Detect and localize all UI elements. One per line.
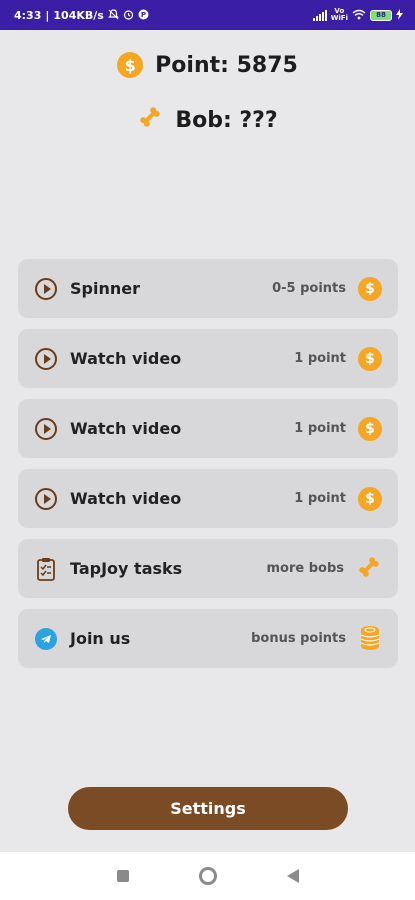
task-watch-video[interactable]: Watch video 1 point $ [18,469,398,528]
settings-button-label: Settings [170,799,246,818]
task-watch-video[interactable]: Watch video 1 point $ [18,399,398,458]
navigation-bar [0,852,415,900]
points-label: Point: 5875 [155,52,298,78]
task-label: Spinner [70,279,140,298]
coin-icon: $ [358,416,382,441]
clipboard-icon [34,557,58,581]
coin-icon: $ [117,52,144,78]
task-label: Watch video [70,349,182,368]
task-reward: 1 point [294,491,346,506]
play-circle-icon [34,417,58,441]
bone-icon [137,104,163,136]
bob-header: Bob: ??? [0,104,415,136]
svg-text:P: P [141,11,146,19]
task-reward: 0-5 points [272,281,346,296]
task-tapjoy[interactable]: TapJoy tasks more bobs [18,539,398,598]
coin-icon: $ [358,276,382,301]
signal-icon [312,9,327,21]
points-header: $ Point: 5875 [0,52,415,78]
status-bar-right: Vo WiFi 88 [312,8,403,22]
recents-icon[interactable] [116,870,129,882]
vowifi-bottom-text: WiFi [330,14,348,22]
home-icon[interactable] [198,867,217,885]
task-reward: more bobs [266,561,344,576]
task-join-us[interactable]: Join us bonus points [18,609,398,668]
telegram-icon [34,627,58,651]
task-label: Watch video [70,489,182,508]
coin-stack-icon [358,624,382,654]
vowifi-indicator: Vo WiFi [331,8,348,22]
play-circle-icon [34,347,58,371]
status-bar-left: 4:33 | 104KB/s P [14,9,149,22]
settings-button[interactable]: Settings [68,787,348,830]
status-bar: 4:33 | 104KB/s P Vo WiFi 88 [0,0,415,30]
task-watch-video[interactable]: Watch video 1 point $ [18,329,398,388]
battery-icon: 88 [370,9,392,21]
task-label: Join us [70,629,131,648]
task-label: Watch video [70,419,182,438]
task-label: TapJoy tasks [70,559,183,578]
status-time: 4:33 [14,8,42,22]
play-circle-icon [34,277,58,301]
alarm-icon [123,9,134,22]
coin-icon: $ [358,346,382,371]
app-notification-icon: P [138,9,149,22]
task-reward: bonus points [251,631,346,646]
bone-icon [356,554,382,584]
status-separator: | [45,8,50,22]
task-reward: 1 point [294,351,346,366]
coin-icon: $ [358,486,382,511]
battery-level: 88 [376,11,386,19]
charging-icon [396,8,403,22]
mute-bell-icon [107,8,119,22]
bob-label: Bob: ??? [175,107,278,133]
status-net-speed: 104KB/s [53,8,104,22]
wifi-icon [352,9,366,22]
task-list: Spinner 0-5 points $ Watch video 1 point… [18,259,398,679]
back-icon[interactable] [286,869,299,883]
task-spinner[interactable]: Spinner 0-5 points $ [18,259,398,318]
play-circle-icon [34,487,58,511]
task-reward: 1 point [294,421,346,436]
